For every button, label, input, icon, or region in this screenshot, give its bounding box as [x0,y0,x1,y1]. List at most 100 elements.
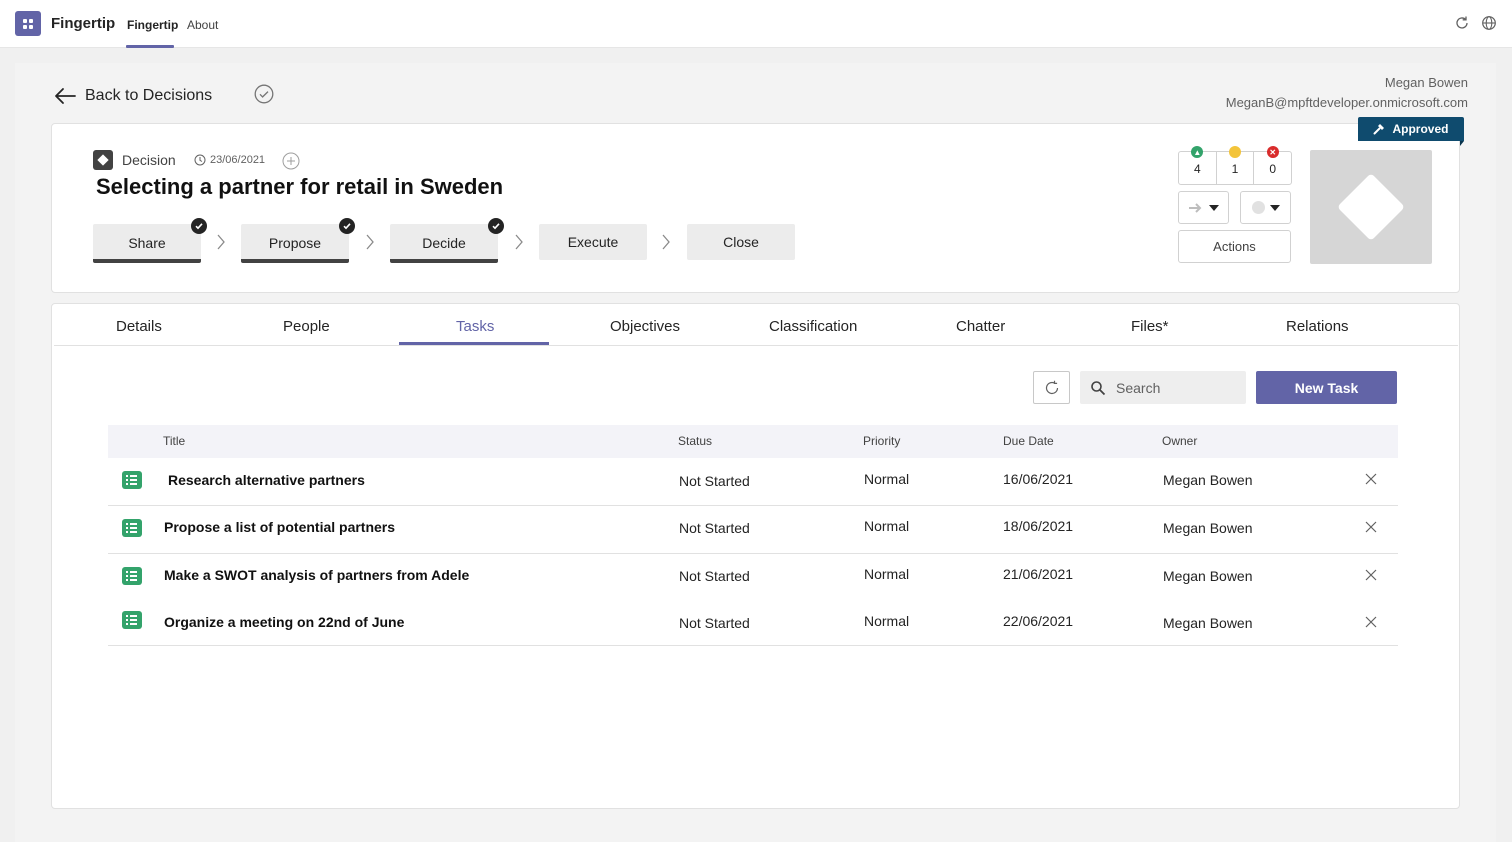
vote-counts: ▲ 4 1 ✕ 0 [1178,146,1292,185]
stage-decide-button[interactable]: Decide [390,224,498,263]
status-dropdown[interactable] [1240,191,1291,224]
close-icon[interactable] [1365,569,1377,581]
task-status: Not Started [679,615,750,631]
decision-diamond-icon [93,150,113,170]
vote-negative[interactable]: ✕ 0 [1254,146,1291,184]
stage-decide-check-icon [488,218,504,234]
chevron-right-icon [515,234,523,250]
task-status: Not Started [679,473,750,489]
close-icon[interactable] [1365,521,1377,533]
arrow-right-icon [1189,202,1202,213]
status-badge-fold [1460,141,1464,146]
stage-share-button[interactable]: Share [93,224,201,263]
tab-tasks[interactable]: Tasks [456,318,494,335]
task-priority: Normal [864,566,910,582]
actions-button[interactable]: Actions [1178,230,1291,263]
check-circle-icon[interactable] [254,84,274,104]
table-row[interactable]: Organize a meeting on 22nd of June Not S… [108,598,1398,646]
vote-positive-count: 4 [1193,162,1201,176]
refresh-icon[interactable] [1454,15,1470,31]
task-due-date: 16/06/2021 [1003,471,1074,487]
app-tab-fingertip[interactable]: Fingertip [127,18,178,32]
task-due-date: 22/06/2021 [1003,613,1074,629]
back-to-decisions-link[interactable]: Back to Decisions [53,84,212,108]
stage-propose-check-icon [339,218,355,234]
chevron-right-icon [366,234,374,250]
tab-objectives[interactable]: Objectives [610,318,680,335]
decision-type: Decision [93,150,176,170]
user-email: MeganB@mpftdeveloper.onmicrosoft.com [1225,95,1468,110]
status-badge: Approved [1358,117,1464,141]
column-header-owner[interactable]: Owner [1162,434,1197,448]
vote-neutral[interactable]: 1 [1217,146,1255,184]
tab-classification[interactable]: Classification [769,318,857,335]
task-owner: Megan Bowen [1163,520,1253,536]
app-name: Fingertip [51,15,116,32]
decision-date-value: 23/06/2021 [210,154,266,166]
vote-negative-count: 0 [1269,162,1277,176]
gavel-icon [1373,124,1385,135]
tab-details[interactable]: Details [116,318,162,335]
app-grid-icon[interactable] [15,11,41,36]
task-title[interactable]: Propose a list of potential partners [164,519,395,535]
task-priority: Normal [864,518,910,534]
task-status: Not Started [679,520,750,536]
table-row[interactable]: Make a SWOT analysis of partners from Ad… [108,554,1398,602]
decision-title: Selecting a partner for retail in Sweden [96,174,504,199]
task-list-icon [122,567,142,585]
vote-neutral-count: 1 [1231,162,1239,176]
status-badge-label: Approved [1392,122,1449,136]
task-title[interactable]: Research alternative partners [168,472,365,488]
chevron-right-icon [217,234,225,250]
app-tab-active-indicator [126,45,174,48]
task-priority: Normal [864,471,910,487]
tab-files[interactable]: Files* [1131,318,1169,335]
close-icon[interactable] [1365,473,1377,485]
close-icon[interactable] [1365,616,1377,628]
arrow-left-icon [55,88,76,104]
stage-execute-button[interactable]: Execute [539,224,647,260]
column-header-title[interactable]: Title [163,434,185,448]
task-list-icon [122,471,142,489]
task-due-date: 18/06/2021 [1003,518,1074,534]
task-title[interactable]: Make a SWOT analysis of partners from Ad… [164,567,469,583]
add-circle-icon[interactable] [282,152,300,170]
reject-x-icon: ✕ [1266,146,1279,158]
table-row[interactable]: Research alternative partners Not Starte… [108,458,1398,506]
stage-propose-button[interactable]: Propose [241,224,349,263]
tab-chatter[interactable]: Chatter [956,318,1005,335]
task-owner: Megan Bowen [1163,472,1253,488]
clock-icon [194,154,206,166]
chevron-down-icon [1269,204,1280,211]
tab-people[interactable]: People [283,318,330,335]
app-tab-about[interactable]: About [187,18,218,32]
task-title[interactable]: Organize a meeting on 22nd of June [164,614,404,630]
task-owner: Megan Bowen [1163,615,1253,631]
forward-dropdown[interactable] [1178,191,1229,224]
column-header-priority[interactable]: Priority [863,434,900,448]
table-row[interactable]: Propose a list of potential partners Not… [108,506,1398,554]
stage-close-button[interactable]: Close [687,224,795,260]
search-icon [1091,380,1106,395]
column-header-status[interactable]: Status [678,434,712,448]
tab-relations[interactable]: Relations [1286,318,1349,335]
vote-positive[interactable]: ▲ 4 [1179,146,1217,184]
decision-date: 23/06/2021 [194,154,265,166]
search-box[interactable] [1080,371,1246,404]
task-owner: Megan Bowen [1163,568,1253,584]
stage-share-check-icon [191,218,207,234]
search-input[interactable] [1116,379,1236,396]
user-name: Megan Bowen [1384,75,1468,90]
chevron-down-icon [1209,204,1219,211]
column-header-due-date[interactable]: Due Date [1003,434,1054,448]
app-bar: Fingertip Fingertip About [0,0,1512,48]
refresh-icon [1045,380,1058,394]
globe-icon[interactable] [1481,15,1497,31]
new-task-button[interactable]: New Task [1256,371,1397,404]
refresh-button[interactable] [1033,371,1070,404]
task-list-icon [122,611,142,629]
diamond-icon [1337,173,1405,241]
back-label: Back to Decisions [85,87,213,104]
neutral-dot-icon [1229,146,1241,158]
task-status: Not Started [679,568,750,584]
